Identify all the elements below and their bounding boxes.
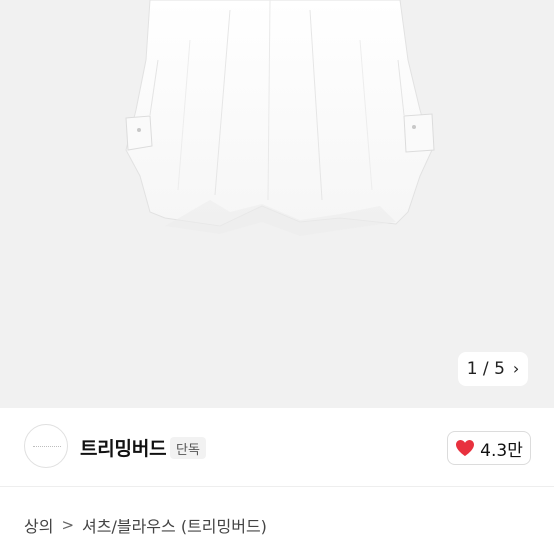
heart-icon xyxy=(456,440,475,456)
image-counter[interactable]: 1 / 5 › xyxy=(458,352,528,386)
breadcrumb-subcategory[interactable]: 셔츠/블라우스 (트리밍버드) xyxy=(82,513,267,537)
product-image xyxy=(125,0,435,236)
breadcrumb-category[interactable]: 상의 xyxy=(24,513,53,537)
brand-avatar[interactable] xyxy=(24,424,68,468)
current-image-index: 1 xyxy=(466,359,478,379)
breadcrumb: 상의 > 셔츠/블라우스 (트리밍버드) xyxy=(24,513,267,537)
chevron-right-icon: › xyxy=(512,359,520,378)
like-count: 4.3만 xyxy=(480,440,523,461)
section-divider xyxy=(0,486,554,487)
image-counter-separator: / xyxy=(482,359,489,379)
image-counter-text: 1 / 5 xyxy=(467,359,505,379)
exclusive-badge: 단독 xyxy=(170,437,206,459)
total-image-count: 5 xyxy=(494,359,505,379)
like-button[interactable]: 4.3만 xyxy=(447,431,531,465)
avatar-placeholder xyxy=(33,446,61,447)
brand-name-link[interactable]: 트리밍버드 xyxy=(80,434,167,461)
chevron-right-icon: > xyxy=(61,516,75,534)
product-image-gallery[interactable]: 1 / 5 › xyxy=(0,0,554,408)
